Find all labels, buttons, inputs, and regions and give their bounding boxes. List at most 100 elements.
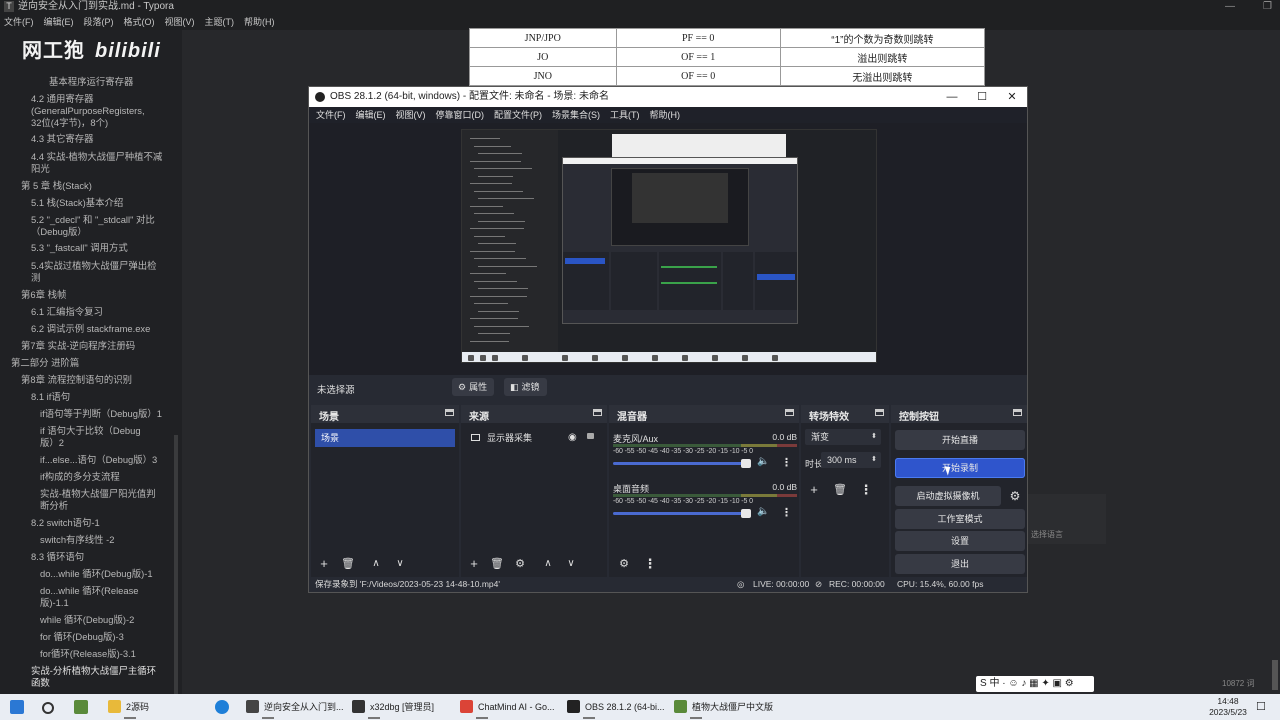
search-icon[interactable] (42, 702, 54, 714)
word-count[interactable]: 10872 词 (1222, 678, 1254, 689)
undock-icon[interactable] (875, 409, 884, 416)
remove-transition-icon[interactable]: 🗑 (831, 481, 849, 499)
start-streaming-button[interactable]: 开始直播 (895, 430, 1025, 450)
undock-icon[interactable] (785, 409, 794, 416)
properties-button[interactable]: ⚙ 属性 (452, 378, 495, 396)
typora-menu-file[interactable]: 文件(F) (4, 14, 34, 30)
outline-item[interactable]: if构成的多分支流程 (40, 471, 175, 483)
outline-item[interactable]: 第6章 栈帧 (21, 289, 156, 301)
move-up-icon[interactable]: ∧ (539, 555, 557, 573)
system-clock[interactable]: 14:48 2023/5/23 (1206, 696, 1250, 718)
advanced-audio-icon[interactable]: ⚙ (615, 555, 633, 573)
kebab-menu-icon[interactable]: ⋮ (781, 506, 792, 519)
source-list-item[interactable]: 显示器采集 ◉ (465, 429, 603, 447)
start-icon[interactable] (10, 700, 24, 714)
outline-item[interactable]: 5.3 "_fastcall" 调用方式 (31, 242, 166, 254)
undock-icon[interactable] (445, 409, 454, 416)
outline-item[interactable]: 第8章 流程控制语句的识别 (21, 374, 156, 386)
eye-icon[interactable]: ◉ (568, 429, 577, 447)
move-up-icon[interactable]: ∧ (367, 555, 385, 573)
obs-menu-help[interactable]: 帮助(H) (650, 107, 681, 123)
outline-item[interactable]: if语句等于判断（Debug版）1 (40, 408, 175, 420)
taskbar-app[interactable]: OBS 28.1.2 (64-bi... (567, 694, 667, 720)
pinned-app-icon[interactable] (74, 700, 88, 714)
outline-item[interactable]: do...while 循环(Debug版)-1 (40, 568, 175, 580)
ime-toolbar[interactable]: S 中 · ☺ ♪ ▦ ✦ ▣ ⚙ (976, 676, 1094, 692)
volume-slider[interactable] (613, 462, 749, 465)
outline-item[interactable]: 5.2 "_cdecl" 和 "_stdcall" 对比 （Debug版） (31, 214, 166, 238)
outline-item[interactable]: if 语句大于比较（Debug 版）2 (40, 425, 175, 449)
outline-item[interactable]: 第7章 实战-逆向程序注册码 (21, 340, 156, 352)
obs-menu-edit[interactable]: 编辑(E) (356, 107, 386, 123)
outline-item[interactable]: 实战-植物大战僵尸阳光值判 断分析 (40, 488, 175, 512)
outline-item[interactable]: if...else...语句（Debug版）3 (40, 454, 175, 466)
minimize-icon[interactable]: — (937, 87, 967, 107)
outline-item[interactable]: 5.1 栈(Stack)基本介绍 (31, 197, 166, 209)
outline-item[interactable]: switch有序线性 -2 (40, 534, 175, 546)
typora-menu-paragraph[interactable]: 段落(P) (84, 14, 114, 30)
settings-button[interactable]: 设置 (895, 531, 1025, 551)
minimize-icon[interactable]: — (1225, 0, 1235, 14)
typora-menu-format[interactable]: 格式(O) (124, 14, 155, 30)
typora-menu-edit[interactable]: 编辑(E) (44, 14, 74, 30)
obs-menu-scene-collection[interactable]: 场景集合(S) (552, 107, 600, 123)
outline-item[interactable]: 4.3 其它寄存器 (31, 133, 166, 145)
gear-icon[interactable]: ⚙ (1005, 487, 1025, 505)
outline-item[interactable]: for循环(Release版)-3.1 (40, 648, 175, 660)
edge-icon[interactable] (215, 700, 229, 714)
typora-menu-theme[interactable]: 主题(T) (205, 14, 235, 30)
sidebar-scrollbar[interactable] (174, 435, 178, 694)
notification-icon[interactable]: ☐ (1256, 700, 1266, 713)
speaker-icon[interactable]: 🔈 (757, 506, 769, 517)
volume-slider[interactable] (613, 512, 749, 515)
outline-item[interactable]: 4.2 通用寄存器 (GeneralPurposeRegisters, 32位(… (31, 93, 166, 129)
undock-icon[interactable] (593, 409, 602, 416)
remove-source-icon[interactable]: 🗑 (488, 555, 506, 573)
outline-item[interactable]: 第二部分 进阶篇 (11, 357, 146, 369)
maximize-icon[interactable]: ☐ (967, 87, 997, 107)
outline-item[interactable]: 6.1 汇编指令复习 (31, 306, 166, 318)
editor-scrollbar[interactable] (1272, 660, 1278, 690)
taskbar-app[interactable]: 逆向安全从入门到... (246, 694, 346, 720)
remove-scene-icon[interactable]: 🗑 (339, 555, 357, 573)
typora-menu-help[interactable]: 帮助(H) (244, 14, 275, 30)
source-properties-icon[interactable]: ⚙ (511, 555, 529, 573)
kebab-menu-icon[interactable]: ⋮ (857, 481, 875, 499)
obs-menu-docks[interactable]: 停靠窗口(D) (436, 107, 485, 123)
lock-icon[interactable] (587, 433, 594, 439)
move-down-icon[interactable]: ∨ (562, 555, 580, 573)
spin-arrows-icon[interactable]: ⬍ (871, 452, 877, 468)
transition-select[interactable]: 渐变 ⬍ (805, 429, 881, 445)
add-transition-icon[interactable]: + (805, 481, 823, 499)
volume-slider-handle[interactable] (741, 459, 751, 468)
start-recording-button[interactable]: 开始录制 (895, 458, 1025, 478)
obs-menu-file[interactable]: 文件(F) (316, 107, 346, 123)
obs-menu-view[interactable]: 视图(V) (396, 107, 426, 123)
speaker-icon[interactable]: 🔈 (757, 456, 769, 467)
obs-menu-tools[interactable]: 工具(T) (610, 107, 640, 123)
taskbar-app[interactable]: x32dbg [管理员] (352, 694, 452, 720)
preview-canvas[interactable] (461, 129, 877, 363)
outline-item[interactable]: for 循环(Debug版)-3 (40, 631, 175, 643)
exit-button[interactable]: 退出 (895, 554, 1025, 574)
outline-item[interactable]: 6.2 调试示例 stackframe.exe (31, 323, 166, 335)
add-scene-icon[interactable]: + (315, 555, 333, 573)
outline-item[interactable]: 4.4 实战-植物大战僵尸种植不减 阳光 (31, 151, 166, 175)
outline-item[interactable]: 8.2 switch语句-1 (31, 517, 166, 529)
taskbar-app[interactable]: 2源码 (108, 694, 208, 720)
start-virtual-camera-button[interactable]: 启动虚拟摄像机 (895, 486, 1001, 506)
duration-input[interactable]: 300 ms ⬍ (821, 452, 881, 468)
scene-list-item[interactable]: 场景 (315, 429, 455, 447)
filters-button[interactable]: ◧ 滤镜 (504, 378, 547, 396)
outline-item[interactable]: 5.4实战过植物大战僵尸弹出检 测 (31, 260, 166, 284)
typora-menu-view[interactable]: 视图(V) (165, 14, 195, 30)
add-source-icon[interactable]: + (465, 555, 483, 573)
taskbar-app[interactable]: 植物大战僵尸中文版 (674, 694, 774, 720)
kebab-menu-icon[interactable]: ⋮ (641, 555, 659, 573)
volume-slider-handle[interactable] (741, 509, 751, 518)
move-down-icon[interactable]: ∨ (391, 555, 409, 573)
close-icon[interactable]: ✕ (997, 87, 1027, 107)
outline-item[interactable]: 8.1 if语句 (31, 391, 166, 403)
restore-icon[interactable]: ❐ (1263, 0, 1272, 14)
language-popup-label[interactable]: 选择语言 (1028, 526, 1106, 544)
